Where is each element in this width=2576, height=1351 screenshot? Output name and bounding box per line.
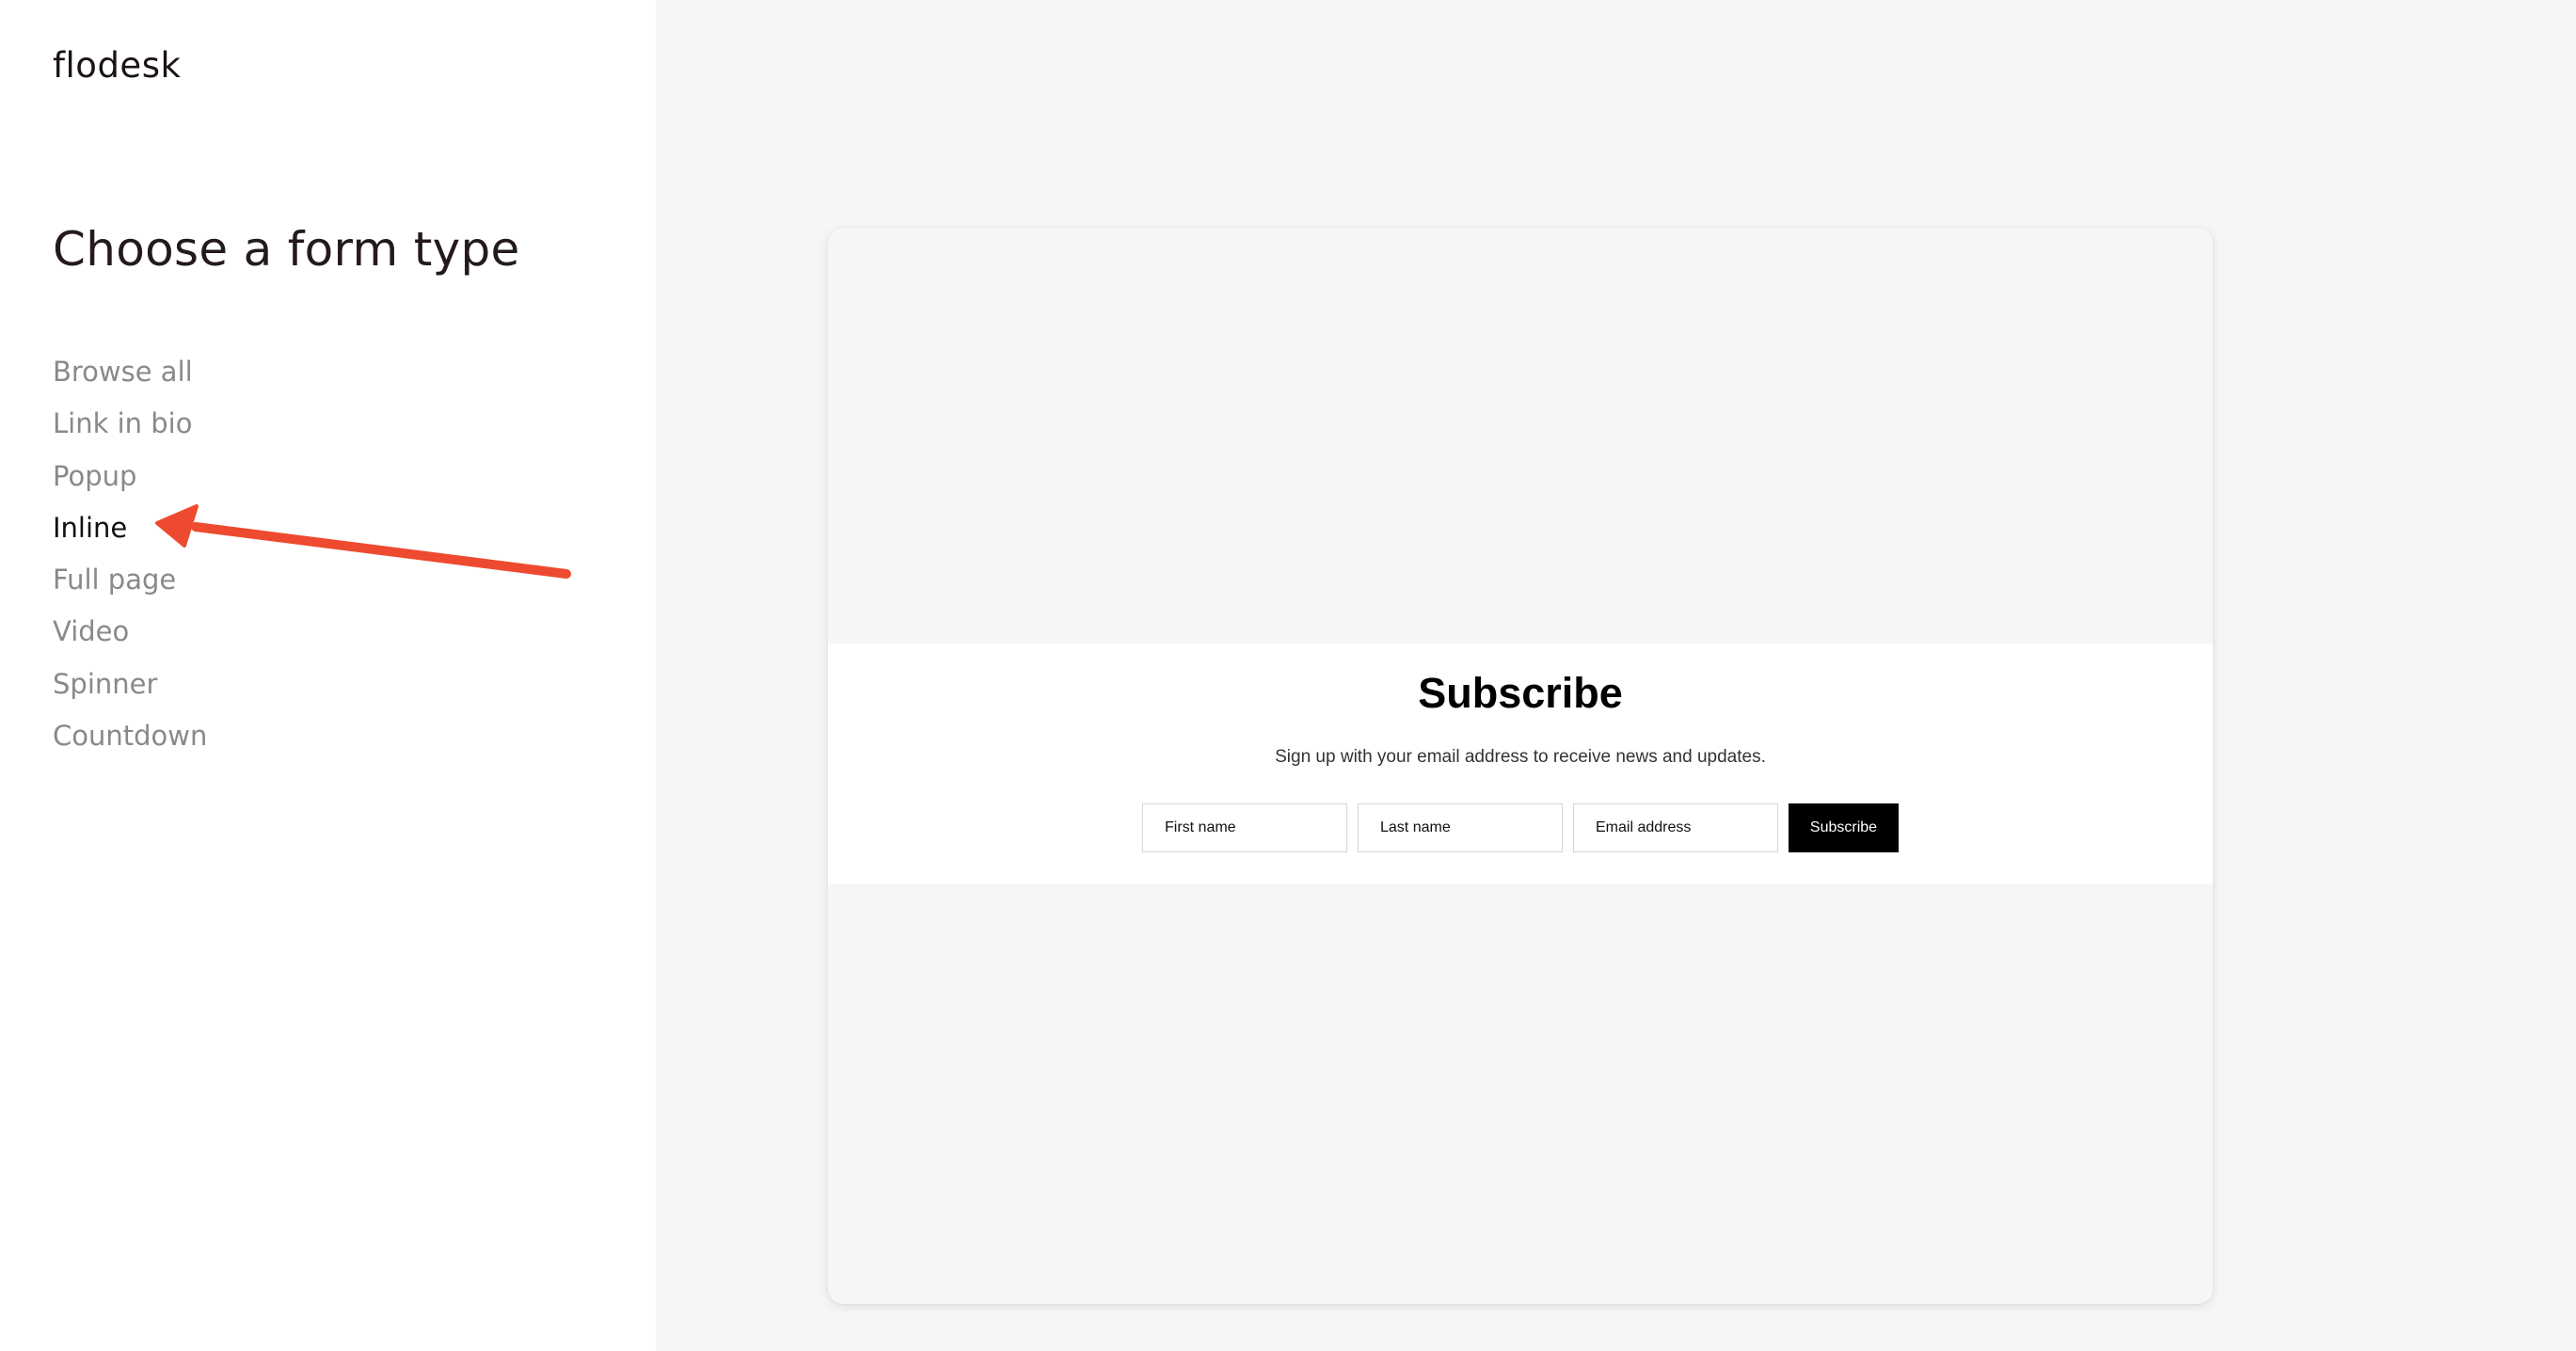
form-type-browse-all[interactable]: Browse all [53,346,207,398]
form-type-video[interactable]: Video [53,606,207,658]
inline-form-preview[interactable]: Subscribe Sign up with your email addres… [828,228,2213,1304]
subscribe-button[interactable]: Subscribe [1789,803,1899,852]
form-title: Subscribe [1418,669,1623,717]
form-type-link-in-bio[interactable]: Link in bio [53,398,207,450]
flodesk-logo[interactable]: flodesk [53,45,181,86]
app-window: flodesk Choose a form type Browse all Li… [0,0,2576,1351]
email-field[interactable] [1573,803,1778,852]
annotation-arrow-icon [155,504,571,579]
page-title: Choose a form type [53,222,520,277]
form-type-countdown[interactable]: Countdown [53,710,207,762]
last-name-field[interactable] [1358,803,1563,852]
first-name-field[interactable] [1142,803,1347,852]
form-type-spinner[interactable]: Spinner [53,659,207,710]
sidebar: flodesk Choose a form type Browse all Li… [0,0,656,1351]
form-subtitle: Sign up with your email address to recei… [1275,747,1766,767]
